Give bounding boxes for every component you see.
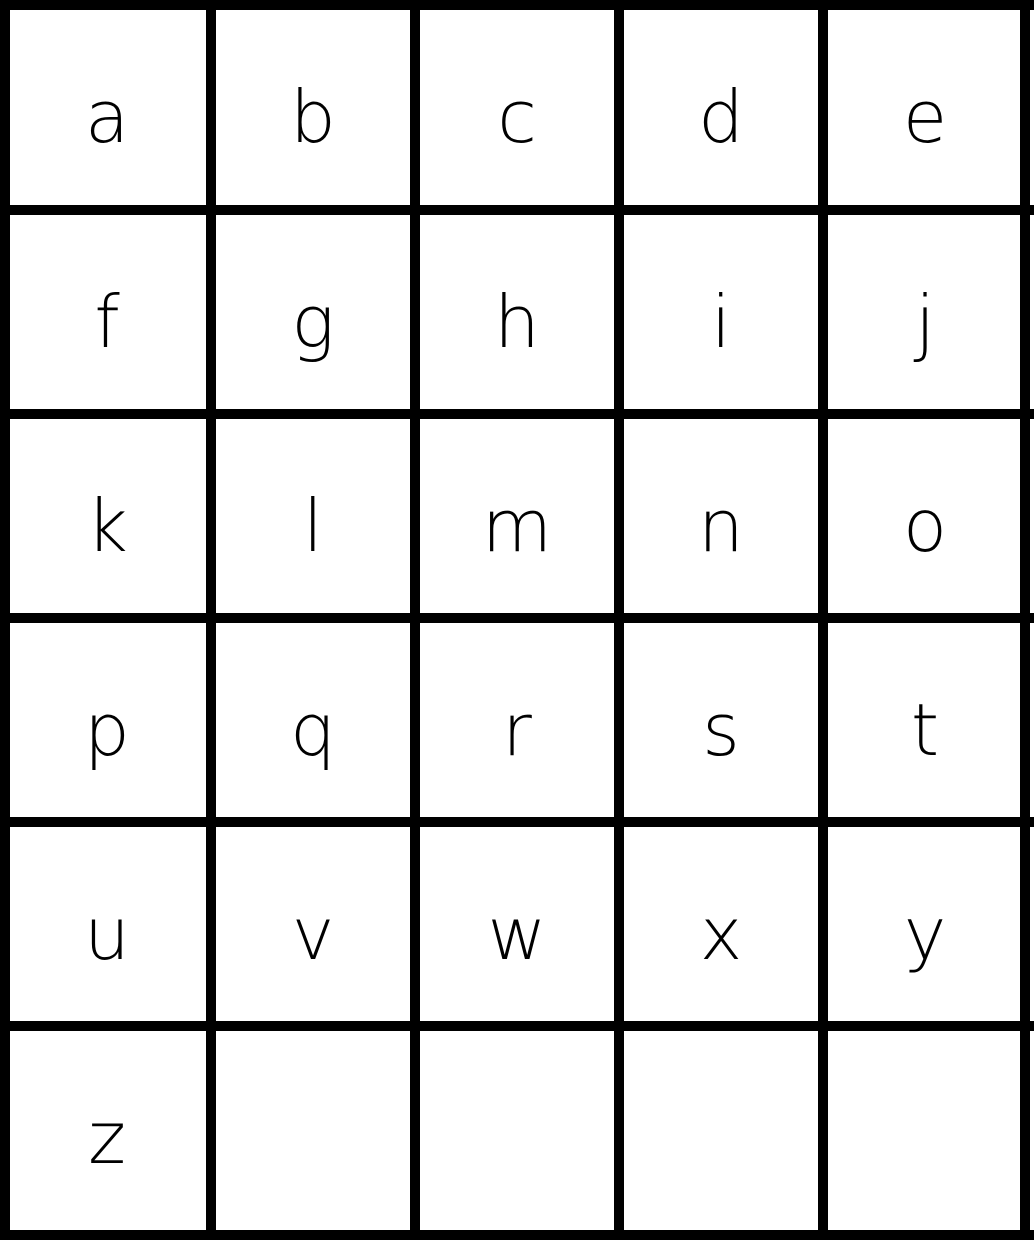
grid-line-row-2 bbox=[0, 409, 1034, 419]
letter-n: n bbox=[698, 484, 744, 568]
grid-cell: d bbox=[624, 10, 818, 204]
letter-r: r bbox=[502, 688, 532, 772]
grid-cell: s bbox=[624, 623, 818, 817]
grid-line-top bbox=[0, 0, 1034, 10]
grid-line-row-3 bbox=[0, 613, 1034, 623]
letter-w: w bbox=[487, 892, 547, 976]
letter-x: x bbox=[699, 892, 743, 976]
empty-cell bbox=[828, 1031, 1022, 1225]
grid-line-col-2 bbox=[410, 0, 420, 1240]
grid-cell: h bbox=[420, 215, 614, 409]
grid-cell: r bbox=[420, 623, 614, 817]
letter-v: v bbox=[291, 892, 335, 976]
grid-cell: c bbox=[420, 10, 614, 204]
grid-line-bottom bbox=[0, 1230, 1034, 1240]
grid-cell: b bbox=[216, 10, 410, 204]
letter-l: l bbox=[302, 484, 323, 568]
grid-cell: t bbox=[828, 623, 1022, 817]
empty-cell bbox=[420, 1031, 614, 1225]
grid-line-col-1 bbox=[206, 0, 216, 1240]
letter-k: k bbox=[86, 484, 128, 568]
grid-cell: m bbox=[420, 419, 614, 613]
grid-cell: p bbox=[10, 623, 204, 817]
letter-p: p bbox=[84, 688, 130, 772]
empty-cell bbox=[216, 1031, 410, 1225]
letter-q: q bbox=[290, 688, 336, 772]
letter-b: b bbox=[290, 75, 336, 159]
grid-cell: w bbox=[420, 827, 614, 1021]
grid-cell: o bbox=[828, 419, 1022, 613]
grid-cell: q bbox=[216, 623, 410, 817]
grid-line-col-3 bbox=[614, 0, 624, 1240]
grid-cell: l bbox=[216, 419, 410, 613]
grid-cell: z bbox=[10, 1031, 204, 1225]
grid-cell: x bbox=[624, 827, 818, 1021]
grid-cell: j bbox=[828, 215, 1022, 409]
letter-g: g bbox=[291, 280, 335, 364]
grid-cell: v bbox=[216, 827, 410, 1021]
letter-e: e bbox=[902, 75, 948, 159]
letter-j: j bbox=[914, 280, 935, 364]
letter-d: d bbox=[698, 75, 744, 159]
grid-line-left bbox=[0, 0, 10, 1240]
grid-cell: e bbox=[828, 10, 1022, 204]
grid-cell: f bbox=[10, 215, 204, 409]
letter-m: m bbox=[481, 484, 553, 568]
letter-c: c bbox=[497, 75, 537, 159]
letter-s: s bbox=[702, 688, 740, 772]
letter-u: u bbox=[84, 892, 130, 976]
letter-y: y bbox=[903, 892, 947, 976]
grid-cell: y bbox=[828, 827, 1022, 1021]
grid-line-col-4 bbox=[818, 0, 828, 1240]
letter-t: t bbox=[910, 688, 940, 772]
letter-a: a bbox=[84, 75, 130, 159]
letter-f: f bbox=[94, 280, 120, 364]
letter-i: i bbox=[710, 280, 731, 364]
letter-o: o bbox=[902, 484, 948, 568]
grid-cell: u bbox=[10, 827, 204, 1021]
grid-cell: a bbox=[10, 10, 204, 204]
empty-cell bbox=[624, 1031, 818, 1225]
grid-cell: g bbox=[216, 215, 410, 409]
grid-line-row-5 bbox=[0, 1021, 1034, 1031]
grid-cell: n bbox=[624, 419, 818, 613]
grid-line-row-1 bbox=[0, 205, 1034, 215]
alphabet-grid: a b c d e f g h i j k l m n o p q r s t … bbox=[0, 0, 1034, 1240]
letter-h: h bbox=[494, 280, 540, 364]
grid-cell: i bbox=[624, 215, 818, 409]
letter-z: z bbox=[88, 1096, 126, 1180]
grid-line-row-4 bbox=[0, 817, 1034, 827]
grid-cell: k bbox=[10, 419, 204, 613]
